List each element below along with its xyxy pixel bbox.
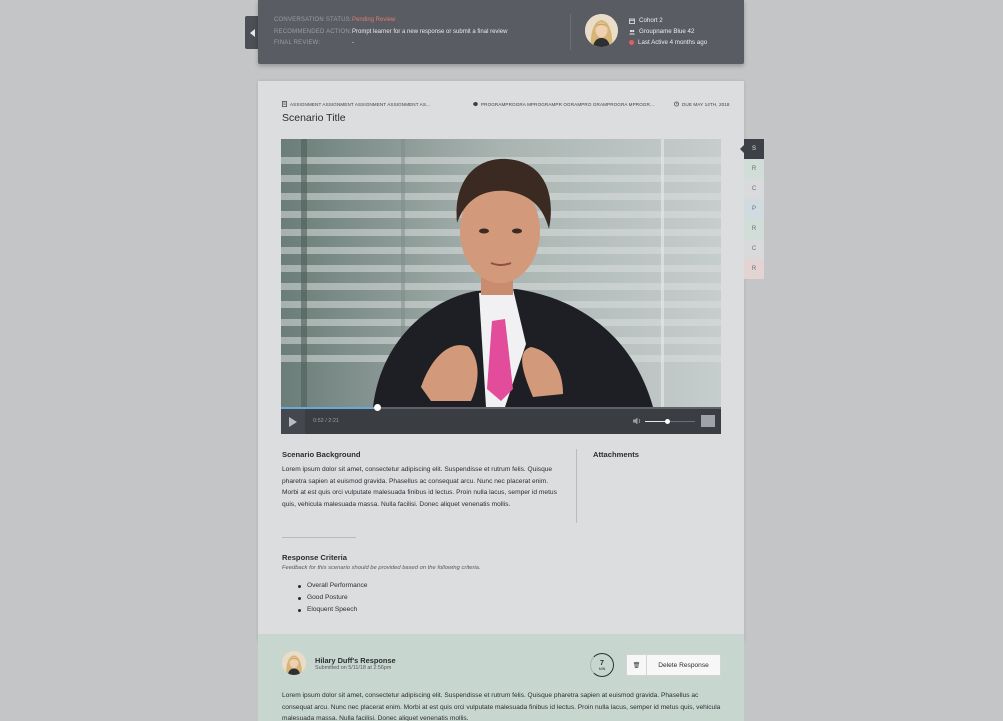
scenario-card: ASSIGNMENT ASSIGNMENT ASSIGNMENT ASSIGNM… [258,81,744,641]
response-author: Hilary Duff's Response [315,656,396,665]
list-item: Eloquent Speech [298,604,367,616]
scenario-background-text: Lorem ipsum dolor sit amet, consectetur … [282,466,557,508]
status-label: FINAL REVIEW: [274,40,321,46]
seek-handle[interactable] [374,404,382,411]
scenario-title: Scenario Title [282,112,346,124]
divider [570,14,571,50]
learner-meta: Cohort 2 Groupname Blue 42 Last Active 4… [629,15,707,48]
recommended-action-value: Prompt learner for a new response or sub… [352,28,508,35]
cohort-label: Cohort 2 [639,17,663,24]
response-criteria-hint: Feedback for this scenario should be pro… [282,565,481,571]
video-seek-bar[interactable] [281,404,721,411]
video-time: 0:52 / 2:21 [313,418,339,424]
delete-response-button[interactable]: 🗑 Delete Response [626,654,721,676]
divider [282,537,356,538]
clock-icon [674,101,679,107]
collapse-panel-button[interactable] [245,16,259,49]
breadcrumb-program[interactable]: PROGRAMPROGRA MPROGRAMPR OGRAMPRO GRAMPR… [473,101,659,107]
attachments-heading: Attachments [593,450,639,459]
learner-avatar[interactable] [585,14,618,47]
volume-handle[interactable] [665,419,670,424]
group-row: Groupname Blue 42 [629,26,707,37]
tab-response[interactable]: R [744,159,764,179]
status-label: CONVERSATION STATUS: [274,17,352,23]
status-row: FINAL REVIEW: - [274,38,507,50]
last-active-label: Last Active 4 months ago [638,39,708,46]
play-button[interactable] [281,409,305,434]
conversation-status-value: Pending Review [352,17,396,23]
bullet [298,609,301,612]
section-tabs: S R C P R C R [740,139,764,279]
cohort-row: Cohort 2 [629,15,707,26]
group-icon [629,29,635,34]
inactive-status-dot [629,40,634,45]
tab-comment[interactable]: C [744,239,764,259]
cube-icon [473,101,478,107]
criteria-list: Overall Performance Good Posture Eloquen… [298,580,367,617]
duration-value: 7 [600,659,604,667]
last-active-row: Last Active 4 months ago [629,37,707,48]
tab-comment[interactable]: C [744,179,764,199]
learner-response: Hilary Duff's Response Submitted on 5/11… [258,634,744,721]
volume-slider[interactable] [645,419,695,424]
status-rows: CONVERSATION STATUS: Pending Review RECO… [274,15,507,50]
due-date-label: DUE MAY 14TH, 2018 [682,101,730,107]
due-date: DUE MAY 14TH, 2018 [674,101,730,107]
program-name: PROGRAMPROGRA MPROGRAMPR OGRAMPRO GRAMPR… [481,101,655,107]
chevron-left-icon [249,28,255,37]
scenario-background-heading: Scenario Background [282,450,361,459]
tab-prompt[interactable]: P [744,199,764,219]
list-item: Overall Performance [298,580,367,592]
video-controls: 0:52 / 2:21 [281,404,721,434]
group-label: Groupname Blue 42 [639,28,695,35]
criteria-item: Eloquent Speech [307,606,358,614]
conversation-status-bar: CONVERSATION STATUS: Pending Review RECO… [258,0,744,64]
play-icon [289,416,297,427]
status-label: RECOMMENDED ACTION: [274,28,352,35]
video-frame [281,139,721,407]
criteria-item: Overall Performance [307,582,368,589]
status-row: CONVERSATION STATUS: Pending Review [274,15,507,27]
document-icon [282,101,287,107]
final-review-value: - [352,40,354,46]
bullet [298,596,301,600]
response-text: Lorem ipsum dolor sit amet, consectetur … [282,692,721,721]
volume-icon[interactable] [633,417,642,425]
divider [576,449,577,523]
tab-scenario[interactable]: S [740,139,764,159]
response-criteria-heading: Response Criteria [282,553,347,562]
criteria-item: Good Posture [307,594,348,602]
breadcrumb-assignment[interactable]: ASSIGNMENT ASSIGNMENT ASSIGNMENT ASSIGNM… [282,101,460,107]
duration-unit: MIN [598,666,606,671]
calendar-icon [629,18,635,24]
delete-response-label: Delete Response [658,661,709,669]
tab-response[interactable]: R [744,219,764,239]
tab-review[interactable]: R [744,259,764,279]
assignment-name: ASSIGNMENT ASSIGNMENT ASSIGNMENT ASSIGNM… [290,101,431,107]
video-player[interactable]: 0:52 / 2:21 [281,139,721,434]
trash-icon: 🗑 [627,655,647,675]
avatar [282,651,306,675]
breadcrumb: ASSIGNMENT ASSIGNMENT ASSIGNMENT ASSIGNM… [282,101,730,107]
bullet [298,584,301,588]
list-item: Good Posture [298,592,367,604]
response-submitted: Submitted on 5/11/18 at 2:56pm [315,665,392,671]
status-row: RECOMMENDED ACTION: Prompt learner for a… [274,27,507,39]
response-duration: 7 MIN [590,653,614,677]
fullscreen-button[interactable] [701,415,715,427]
